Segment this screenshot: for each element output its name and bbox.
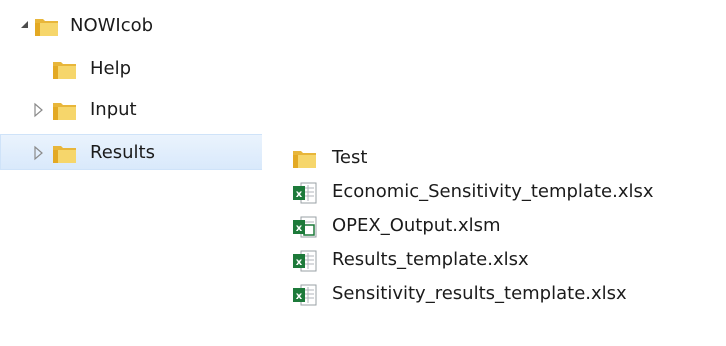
excel-file-icon: x [292, 182, 318, 208]
tree-item-results[interactable]: Results [0, 134, 262, 170]
folder-icon [34, 16, 60, 42]
file-item-opex-output[interactable]: x OPEX_Output.xlsm [278, 209, 718, 243]
file-item-economic-sensitivity-template[interactable]: x Economic_Sensitivity_template.xlsx [278, 175, 718, 209]
file-list: Test x Economic_Sensitivity_template.xls… [278, 136, 718, 346]
folder-icon [52, 59, 78, 85]
svg-text:x: x [296, 291, 303, 302]
excel-file-icon: x [292, 284, 318, 310]
excel-macro-file-icon: x [292, 216, 318, 242]
svg-text:x: x [296, 189, 303, 200]
file-name: OPEX_Output.xlsm [332, 215, 501, 236]
folder-icon [292, 148, 318, 174]
tree-item-label: Input [90, 99, 137, 120]
collapsed-arrow-icon[interactable] [32, 135, 46, 171]
tree-item-label: Results [90, 142, 155, 163]
file-name: Economic_Sensitivity_template.xlsx [332, 181, 654, 202]
folder-icon [52, 143, 78, 169]
svg-text:x: x [296, 257, 303, 268]
tree-item-label: Help [90, 58, 132, 79]
tree-item-nowicob[interactable]: NOWIcob [0, 8, 262, 44]
svg-text:x: x [296, 223, 303, 234]
folder-icon [52, 100, 78, 126]
collapsed-arrow-icon[interactable] [32, 92, 46, 128]
tree-item-label: NOWIcob [70, 15, 154, 36]
file-name: Results_template.xlsx [332, 249, 529, 270]
excel-file-icon: x [292, 250, 318, 276]
file-name: Test [332, 147, 368, 168]
expanded-arrow-icon[interactable] [18, 8, 32, 44]
tree-item-help[interactable]: Help [0, 51, 262, 87]
file-item-results-template[interactable]: x Results_template.xlsx [278, 243, 718, 277]
file-item-test[interactable]: Test [278, 141, 718, 175]
file-name: Sensitivity_results_template.xlsx [332, 283, 627, 304]
navigation-tree: NOWIcob Help Input Results [0, 0, 262, 346]
file-item-sensitivity-results-template[interactable]: x Sensitivity_results_template.xlsx [278, 277, 718, 311]
tree-item-input[interactable]: Input [0, 92, 262, 128]
